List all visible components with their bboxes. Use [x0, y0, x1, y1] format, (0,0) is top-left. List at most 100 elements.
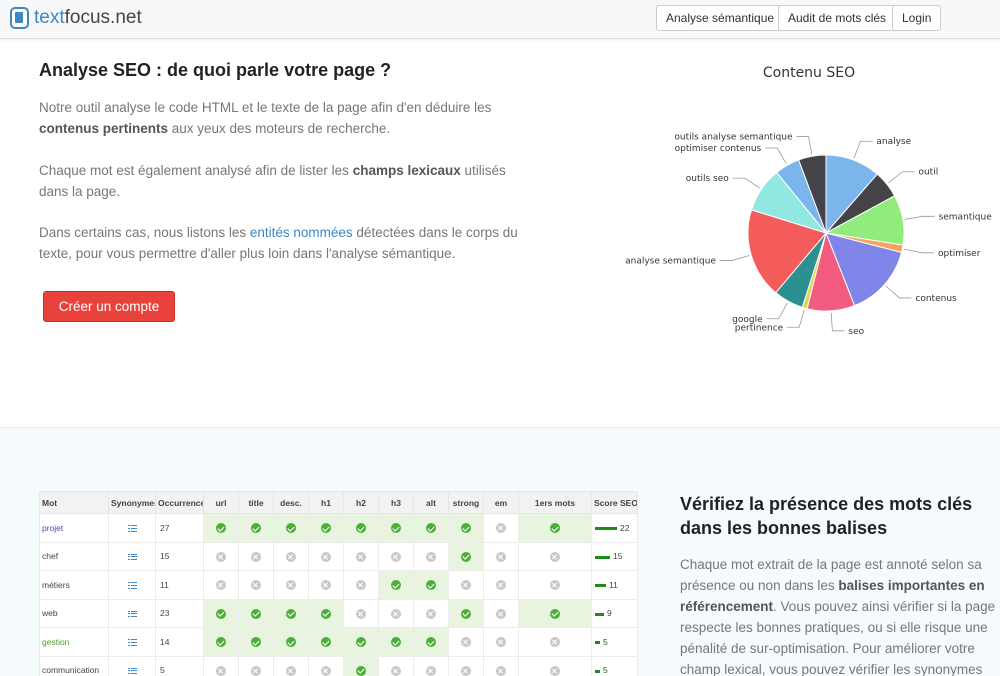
- column-header[interactable]: h3: [378, 491, 414, 514]
- score-value: 15: [613, 551, 623, 562]
- column-header[interactable]: Score SEO: [591, 491, 638, 514]
- list-icon[interactable]: [127, 639, 137, 646]
- nav-login-button[interactable]: Login: [892, 5, 942, 31]
- intro-p1-bold: contenus pertinents: [39, 121, 169, 136]
- tag-presence-cell: [343, 541, 379, 571]
- list-icon[interactable]: [127, 525, 137, 532]
- list-icon[interactable]: [127, 667, 137, 675]
- column-header[interactable]: strong: [448, 491, 484, 514]
- column-header[interactable]: h2: [343, 491, 379, 514]
- column-header[interactable]: Mot: [39, 491, 109, 514]
- keyword-text: projet: [42, 522, 64, 533]
- check-icon: [391, 580, 401, 591]
- keyword-text: chef: [42, 551, 59, 562]
- score-bar: [595, 669, 600, 673]
- synonyms-cell[interactable]: [108, 513, 156, 543]
- pie-connector: [830, 312, 845, 332]
- pie-connector: [888, 171, 915, 184]
- synonyms-cell[interactable]: [108, 598, 156, 628]
- tag-presence-cell: [343, 570, 379, 600]
- cross-icon: [321, 580, 331, 591]
- column-header[interactable]: h1: [308, 491, 344, 514]
- cross-icon: [216, 551, 226, 562]
- check-icon: [286, 523, 296, 534]
- cross-icon: [286, 580, 296, 591]
- keyword-cell[interactable]: projet: [39, 513, 109, 543]
- tag-presence-cell: [413, 513, 449, 543]
- check-icon: [426, 637, 436, 648]
- intro-title: Analyse SEO : de quoi parle votre page ?: [39, 60, 392, 80]
- synonyms-cell[interactable]: [108, 627, 156, 657]
- column-header[interactable]: em: [483, 491, 519, 514]
- pie-connector: [732, 177, 760, 189]
- cross-icon: [286, 551, 296, 562]
- tag-presence-cell: [518, 570, 592, 600]
- tag-presence-cell: [308, 570, 344, 600]
- pie-connector: [765, 147, 787, 164]
- entites-nommees-link[interactable]: entités nommées: [250, 225, 353, 240]
- keyword-cell[interactable]: chef: [39, 541, 109, 571]
- list-icon[interactable]: [127, 553, 137, 561]
- synonyms-cell[interactable]: [108, 541, 156, 571]
- tag-presence-cell: [378, 655, 414, 676]
- keyword-cell[interactable]: web: [39, 598, 109, 628]
- column-header[interactable]: 1ers mots: [518, 491, 592, 514]
- list-icon[interactable]: [127, 582, 137, 589]
- nav-analyse-semantique-button[interactable]: Analyse sémantique: [656, 5, 785, 31]
- cross-icon: [321, 665, 331, 676]
- tag-presence-cell: [483, 627, 519, 657]
- list-icon[interactable]: [127, 610, 137, 618]
- tag-presence-cell: [203, 627, 239, 657]
- create-account-button[interactable]: Créer un compte: [43, 291, 175, 322]
- keyword-cell[interactable]: gestion: [39, 627, 109, 657]
- tag-presence-cell: [203, 513, 239, 543]
- score-seo-cell: 9: [591, 598, 638, 628]
- tag-presence-cell: [413, 655, 449, 676]
- occurrence-cell: 11: [155, 570, 204, 600]
- score-bar: [595, 641, 600, 644]
- synonyms-cell[interactable]: [108, 655, 156, 676]
- keyword-text: web: [42, 608, 58, 619]
- column-header[interactable]: alt: [413, 491, 449, 514]
- tag-presence-cell: [203, 541, 239, 571]
- tag-presence-cell: [378, 541, 414, 571]
- cross-icon: [426, 665, 436, 676]
- keyword-cell[interactable]: communication: [39, 655, 109, 676]
- cross-icon: [461, 637, 471, 648]
- column-header[interactable]: desc.: [273, 491, 309, 514]
- tag-presence-cell: [273, 570, 309, 600]
- cross-icon: [391, 608, 401, 619]
- column-header[interactable]: Occurrence: [155, 491, 204, 514]
- cross-icon: [356, 551, 366, 562]
- cross-icon: [426, 608, 436, 619]
- column-header[interactable]: url: [203, 491, 239, 514]
- intro-p3-text-a: Dans certains cas, nous listons les: [39, 225, 250, 240]
- column-header[interactable]: Synonymes: [108, 491, 156, 514]
- occurrence-cell: 27: [155, 513, 204, 543]
- nav-audit-mots-cles-button[interactable]: Audit de mots clés: [778, 5, 897, 31]
- synonyms-cell[interactable]: [108, 570, 156, 600]
- tag-presence-cell: [518, 627, 592, 657]
- occurrence-cell: 15: [155, 541, 204, 571]
- tag-presence-cell: [273, 627, 309, 657]
- table-row: communication 5 5: [39, 655, 638, 676]
- brand-logo[interactable]: text focus.net: [10, 7, 142, 29]
- occurrence-cell: 14: [155, 627, 204, 657]
- score-value: 5: [603, 636, 608, 647]
- cross-icon: [216, 580, 226, 591]
- occurrence-cell: 5: [155, 655, 204, 676]
- keyword-cell[interactable]: métiers: [39, 570, 109, 600]
- column-header[interactable]: title: [238, 491, 274, 514]
- tag-presence-cell: [203, 598, 239, 628]
- tag-presence-cell: [343, 598, 379, 628]
- tag-presence-cell: [448, 655, 484, 676]
- tag-presence-cell: [483, 541, 519, 571]
- occurrence-cell: 23: [155, 598, 204, 628]
- intro-p1-text-c: aux yeux des moteurs de recherche.: [168, 121, 391, 136]
- score-bar: [595, 584, 606, 587]
- check-icon: [550, 523, 560, 534]
- tag-presence-cell: [238, 513, 274, 543]
- tag-presence-cell: [238, 655, 274, 676]
- pie-label: analyse semantique: [625, 257, 716, 267]
- contenu-seo-pie-chart: Contenu SEO analyse outil semantique optimi…: [625, 65, 992, 337]
